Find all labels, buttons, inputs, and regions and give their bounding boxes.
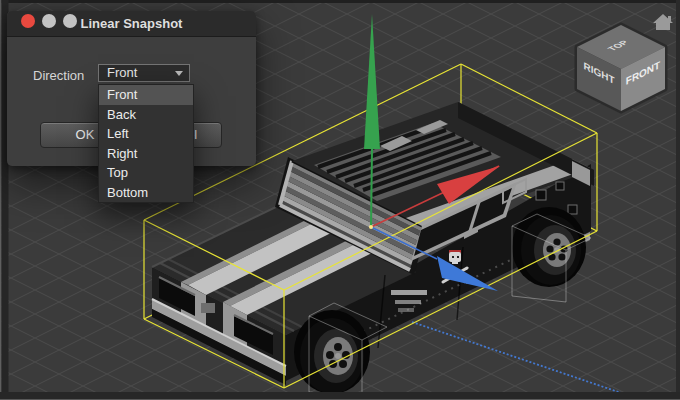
app-window: TOP RIGHT FRONT Linear Snapshot Directio…: [0, 0, 680, 400]
dropdown-option-bottom[interactable]: Bottom: [99, 183, 193, 203]
direction-dropdown[interactable]: Front: [98, 64, 190, 82]
dropdown-option-back[interactable]: Back: [99, 105, 193, 125]
direction-dropdown-menu: Front Back Left Right Top Bottom: [98, 84, 194, 203]
gizmo-origin: [369, 225, 373, 229]
linear-snapshot-dialog: Linear Snapshot Direction Front OK Cance…: [7, 11, 256, 166]
dropdown-option-right[interactable]: Right: [99, 144, 193, 164]
front-wheel: [300, 318, 364, 394]
direction-dropdown-value: Front: [107, 65, 137, 80]
direction-label: Direction: [33, 68, 84, 83]
rear-wheel: [521, 215, 581, 285]
dropdown-option-front[interactable]: Front: [99, 85, 193, 105]
dropdown-option-left[interactable]: Left: [99, 124, 193, 144]
dialog-titlebar[interactable]: Linear Snapshot: [7, 11, 256, 37]
axis-line-z[interactable]: [371, 149, 372, 227]
view-cube[interactable]: TOP RIGHT FRONT: [577, 25, 665, 111]
chevron-down-icon: [175, 71, 183, 76]
dialog-title: Linear Snapshot: [7, 16, 256, 31]
dropdown-option-top[interactable]: Top: [99, 163, 193, 183]
